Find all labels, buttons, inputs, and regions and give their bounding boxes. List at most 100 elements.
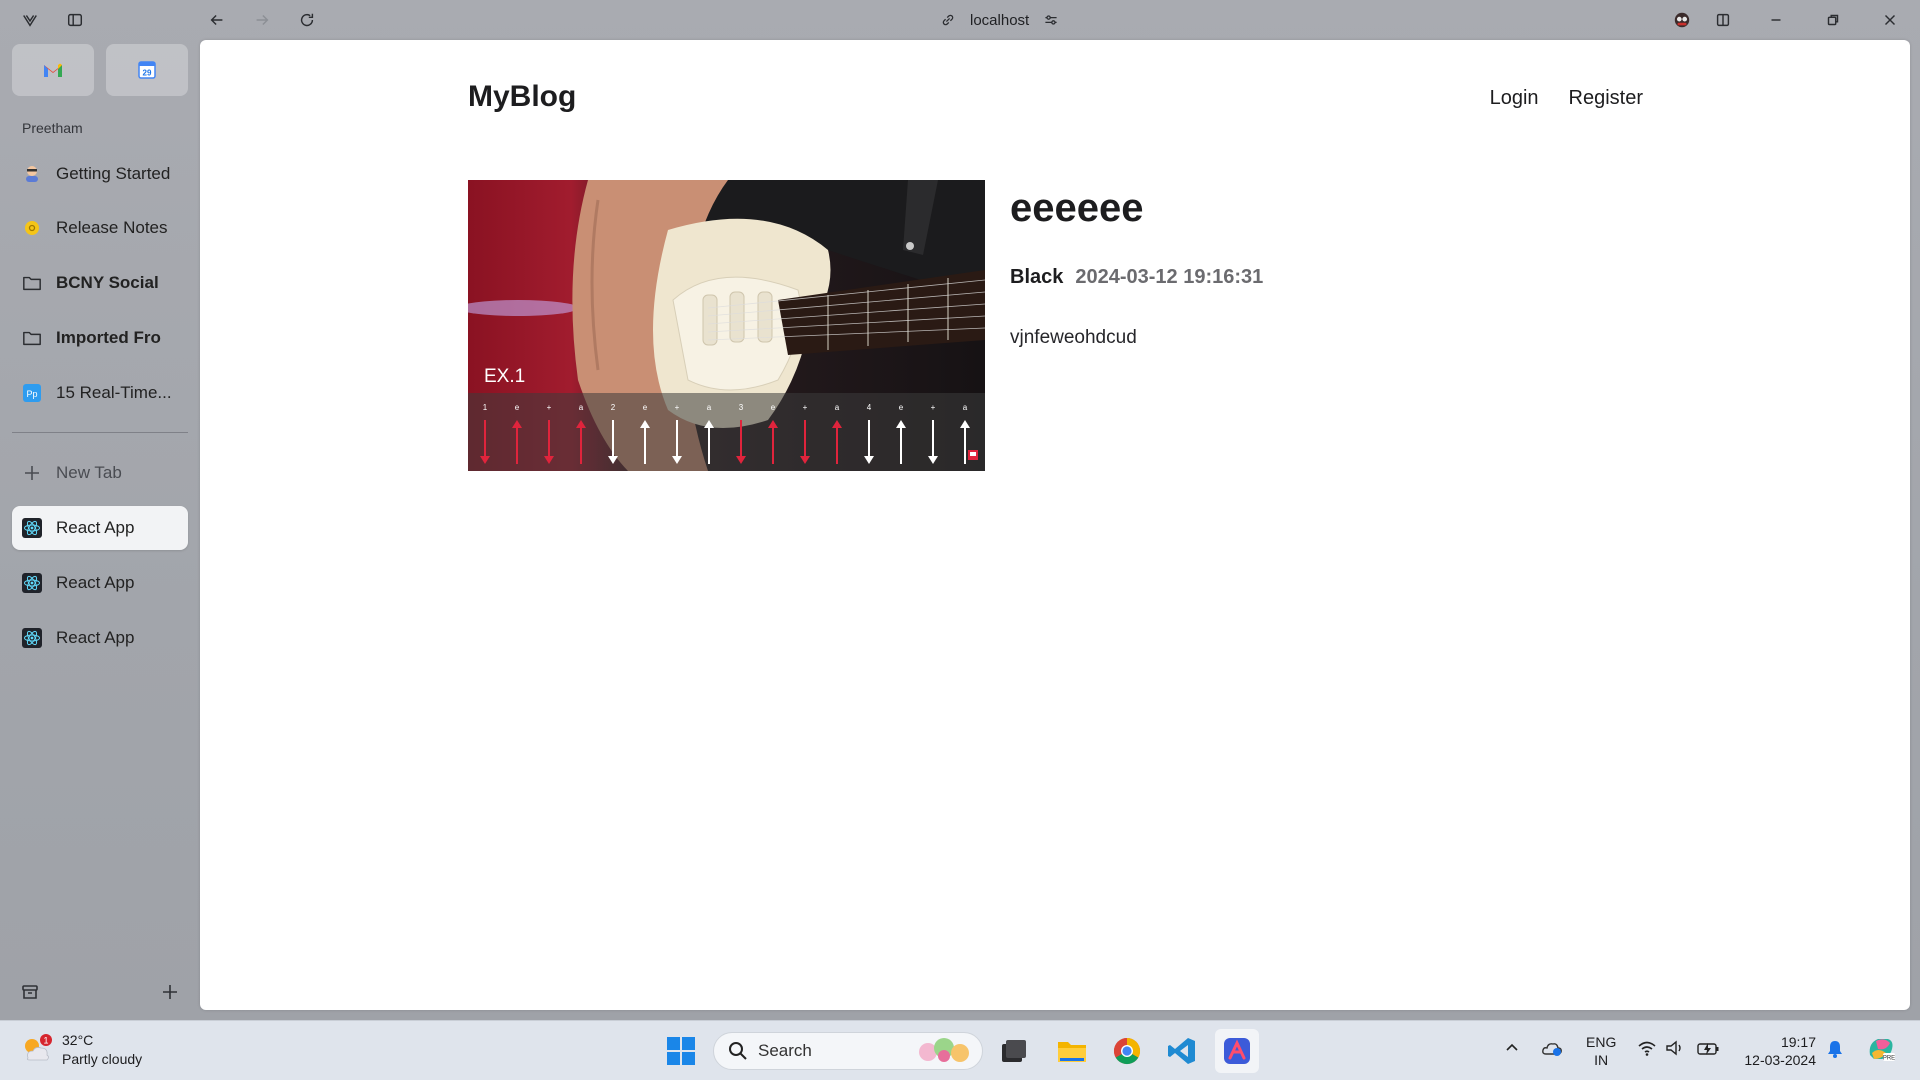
tab-label: React App bbox=[56, 518, 135, 537]
task-view-button[interactable] bbox=[992, 1029, 1036, 1073]
show-hidden-icons[interactable] bbox=[1503, 1039, 1521, 1062]
taskbar-clock[interactable]: 19:17 12-03-2024 bbox=[1736, 1033, 1816, 1069]
strum-count-label: a bbox=[963, 403, 968, 412]
vscode-icon bbox=[1168, 1038, 1195, 1064]
clock-date: 12-03-2024 bbox=[1744, 1052, 1816, 1068]
gmail-icon bbox=[44, 63, 62, 77]
wifi-icon[interactable] bbox=[1637, 1039, 1657, 1062]
reload-icon[interactable] bbox=[293, 6, 321, 34]
plus-icon bbox=[22, 463, 42, 483]
tab-react-app-2[interactable]: React App bbox=[12, 561, 188, 605]
weather-temp: 32°C bbox=[62, 1032, 94, 1048]
site-settings-icon[interactable] bbox=[1043, 12, 1059, 28]
url-text: localhost bbox=[970, 11, 1030, 29]
language-indicator[interactable]: ENG IN bbox=[1586, 1033, 1616, 1069]
tab-react-app-3[interactable]: React App bbox=[12, 616, 188, 660]
chrome-button[interactable] bbox=[1105, 1029, 1149, 1073]
taskbar-search[interactable]: Search bbox=[713, 1032, 983, 1070]
forward-icon[interactable] bbox=[248, 6, 276, 34]
sidebar-folder-bcny-social[interactable]: BCNY Social bbox=[12, 261, 188, 305]
vscode-button[interactable] bbox=[1160, 1029, 1204, 1073]
arc-browser-button[interactable] bbox=[1215, 1029, 1259, 1073]
calendar-badge: 29 bbox=[143, 69, 152, 78]
strum-count-label: + bbox=[931, 403, 936, 412]
tab-react-app-1[interactable]: React App bbox=[12, 506, 188, 550]
close-icon[interactable] bbox=[1876, 6, 1904, 34]
calendar-icon: 29 bbox=[138, 61, 156, 79]
back-icon[interactable] bbox=[203, 6, 231, 34]
space-name: Preetham bbox=[22, 120, 83, 136]
post-author: Black bbox=[1010, 266, 1064, 288]
strum-count-label: 3 bbox=[739, 403, 744, 412]
add-space-icon[interactable] bbox=[156, 978, 184, 1006]
svg-text:PRE: PRE bbox=[1883, 1056, 1895, 1062]
sidebar-item-getting-started[interactable]: Getting Started bbox=[12, 152, 188, 196]
minimize-icon[interactable] bbox=[1762, 6, 1790, 34]
sidebar-item-realtime[interactable]: Pp 15 Real-Time... bbox=[12, 371, 188, 415]
search-highlight-icon bbox=[919, 1038, 969, 1062]
title-bar: localhost bbox=[0, 0, 1920, 40]
strum-count-label: e bbox=[899, 403, 904, 412]
post-meta: Black 2024-03-12 19:16:31 bbox=[1010, 266, 1263, 289]
weather-widget[interactable]: 1 32°C Partly cloudy bbox=[20, 1031, 142, 1069]
copilot-icon[interactable]: PRE bbox=[1866, 1035, 1896, 1068]
register-link[interactable]: Register bbox=[1569, 87, 1643, 110]
pp-icon-text: Pp bbox=[26, 389, 37, 399]
sidebar-divider bbox=[12, 432, 188, 433]
notification-bell-icon[interactable] bbox=[1826, 1039, 1844, 1064]
strum-count-label: a bbox=[835, 403, 840, 412]
sidebar-item-label: BCNY Social bbox=[56, 273, 159, 292]
restore-icon[interactable] bbox=[1819, 6, 1847, 34]
file-explorer-button[interactable] bbox=[1050, 1029, 1094, 1073]
sidebar-toggle-icon[interactable] bbox=[61, 6, 89, 34]
task-view-icon bbox=[1002, 1040, 1026, 1062]
strum-count-label: 4 bbox=[867, 403, 872, 412]
arc-logo-icon[interactable] bbox=[16, 6, 44, 34]
new-tab-button[interactable]: New Tab bbox=[12, 451, 188, 495]
site-logo[interactable]: MyBlog bbox=[468, 80, 576, 114]
weather-badge: 1 bbox=[43, 1036, 48, 1046]
onedrive-icon[interactable] bbox=[1541, 1039, 1563, 1062]
lang-line1: ENG bbox=[1586, 1034, 1617, 1050]
sidebar-item-label: Release Notes bbox=[56, 218, 168, 237]
strum-count-label: e bbox=[643, 403, 648, 412]
tab-label: React App bbox=[56, 573, 135, 592]
file-explorer-icon bbox=[1058, 1042, 1086, 1062]
post-date: 2024-03-12 19:16:31 bbox=[1075, 266, 1264, 288]
login-link[interactable]: Login bbox=[1490, 87, 1539, 110]
post-title: eeeeee bbox=[1010, 186, 1144, 230]
strum-count-label: 2 bbox=[611, 403, 616, 412]
new-tab-label: New Tab bbox=[56, 463, 122, 482]
image-caption: EX.1 bbox=[484, 366, 525, 387]
archive-icon[interactable] bbox=[16, 978, 44, 1006]
split-view-icon[interactable] bbox=[1709, 6, 1737, 34]
pinned-calendar[interactable]: 29 bbox=[106, 44, 188, 96]
post-body: vjnfeweohdcud bbox=[1010, 327, 1137, 348]
web-content: MyBlog Login Register EX.1 1 e + a 2 e +… bbox=[200, 40, 1910, 1010]
address-bar[interactable]: localhost bbox=[940, 6, 1059, 34]
pinned-gmail[interactable] bbox=[12, 44, 94, 96]
sidebar-folder-imported[interactable]: Imported Fro bbox=[12, 316, 188, 360]
sidebar-item-label: Imported Fro bbox=[56, 328, 161, 347]
strum-count-label: a bbox=[579, 403, 584, 412]
folder-icon bbox=[22, 328, 42, 348]
strum-count-label: 1 bbox=[483, 403, 488, 412]
post-image[interactable]: EX.1 1 e + a 2 e + a 3 e + a 4 e + a bbox=[468, 180, 985, 471]
strum-count-label: + bbox=[547, 403, 552, 412]
react-icon bbox=[22, 628, 42, 648]
tab-label: React App bbox=[56, 628, 135, 647]
start-button[interactable] bbox=[659, 1029, 703, 1073]
sidebar-item-label: 15 Real-Time... bbox=[56, 383, 172, 402]
sidebar-item-release-notes[interactable]: Release Notes bbox=[12, 206, 188, 250]
partly-cloudy-icon: 1 bbox=[25, 1034, 52, 1061]
release-notes-icon bbox=[22, 218, 42, 238]
windows-icon bbox=[667, 1037, 695, 1065]
pp-icon: Pp bbox=[22, 383, 42, 403]
site-nav: Login Register bbox=[1490, 87, 1643, 110]
browser-window: localhost 29 Preetham Getting Started Re… bbox=[0, 0, 1920, 1020]
extension-avatar-icon[interactable] bbox=[1668, 6, 1696, 34]
volume-icon[interactable] bbox=[1665, 1039, 1685, 1062]
strum-count-label: e bbox=[515, 403, 520, 412]
folder-icon bbox=[22, 273, 42, 293]
battery-icon[interactable] bbox=[1696, 1039, 1720, 1062]
